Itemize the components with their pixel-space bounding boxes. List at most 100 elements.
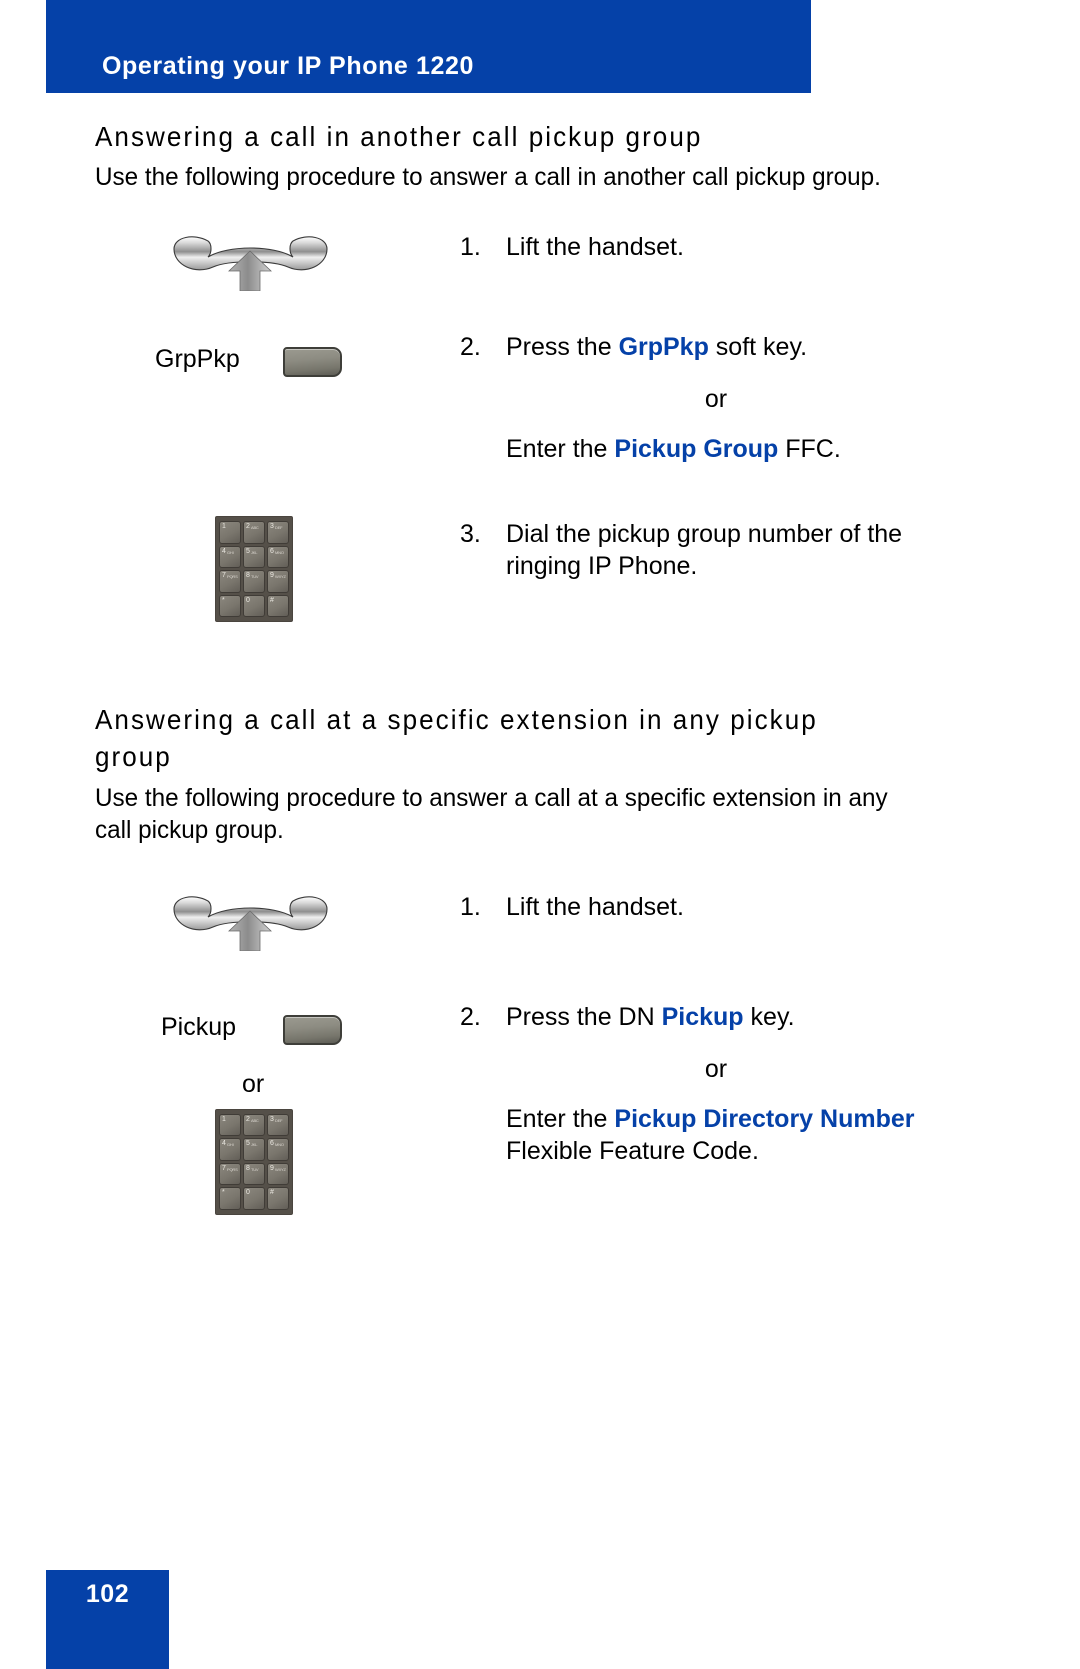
page-title: Operating your IP Phone 1220	[102, 52, 474, 80]
step-body: 2. Press the GrpPkp soft key. or Enter t…	[460, 331, 955, 465]
dialpad-icon: 1 2 ABC 3 DEF 4 GHI 5 JKL 6 MNO 7 PQRS 8 TUV 9W…	[215, 516, 293, 623]
alternative-instruction: Enter the Pickup Group FFC.	[506, 433, 955, 465]
dialpad-key: 8 TUV	[243, 570, 265, 593]
dialpad-key-digit: 3	[270, 1115, 274, 1123]
dialpad-key-digit: 1	[222, 523, 226, 531]
step-text: Press the GrpPkp soft key.	[506, 331, 955, 363]
dialpad-key-letters: MNO	[275, 549, 284, 555]
dialpad-key: #	[267, 594, 289, 618]
step-row: Pickup or 1 2 ABC 3 DEF 4 GHI 5 JKL 6 MNO 7 PQ…	[95, 1001, 955, 1231]
step-line: 2. Press the DN Pickup key.	[460, 1001, 955, 1033]
step-body: 2. Press the DN Pickup key. or Enter the…	[460, 1001, 955, 1167]
dialpad-key-digit: 1	[222, 1115, 226, 1123]
dialpad-key-digit: #	[270, 1189, 274, 1197]
dialpad-key: 3 DEF	[267, 1113, 289, 1137]
dialpad-icon: 1 2 ABC 3 DEF 4 GHI 5 JKL 6 MNO 7 PQRS 8 TUV 9W…	[215, 1108, 293, 1215]
dn-key-label: Pickup	[161, 1012, 237, 1041]
step-line: 2. Press the GrpPkp soft key.	[460, 331, 955, 363]
softkey-label: GrpPkp	[155, 345, 240, 374]
dialpad-key-digit: 6	[270, 547, 274, 555]
dialpad-key-digit: 2	[246, 1115, 250, 1123]
dialpad-key-letters: ABC	[251, 525, 259, 531]
alt-prefix: Enter the	[506, 435, 615, 464]
step-number: 1.	[460, 233, 481, 262]
step-body: 3. Dial the pickup group number of the r…	[460, 506, 955, 582]
dialpad-key: 0	[243, 1187, 265, 1210]
step-row: GrpPkp 2. Press the GrpPkp soft key. or …	[95, 331, 955, 506]
gutter-alternative-separator: or	[242, 1069, 265, 1098]
dialpad-key: 7 PQRS	[219, 570, 241, 593]
dialpad-key: 5 JKL	[243, 1138, 265, 1161]
dialpad-key-letters: WXYZ	[275, 1166, 286, 1172]
dialpad-key: *	[219, 1187, 241, 1210]
dialpad-key-letters: TUV	[251, 574, 259, 580]
page-header-bar: Operating your IP Phone 1220	[46, 0, 811, 93]
step-text: Lift the handset.	[506, 233, 684, 262]
step-text: Press the DN Pickup key.	[506, 1001, 955, 1033]
procedure-steps: 1. Lift the handset. Pickup or 1 2 ABC 3D…	[95, 891, 955, 1231]
dialpad-key-digit: 8	[246, 572, 250, 580]
dialpad-key: 4 GHI	[219, 545, 241, 569]
dialpad-key-letters: PQRS	[227, 574, 238, 580]
dialpad-key-digit: 0	[246, 1189, 250, 1197]
section-answering-specific-extension: Answering a call at a specific extension…	[95, 701, 955, 1230]
dialpad-key: #	[267, 1187, 289, 1210]
dialpad-key: 3 DEF	[267, 521, 289, 544]
alternative-instruction: Enter the Pickup Directory Number Flexib…	[506, 1103, 955, 1167]
dialpad-key-digit: 8	[246, 1164, 250, 1172]
dialpad-key-digit: *	[222, 596, 225, 604]
dialpad-key: 7 PQRS	[219, 1162, 241, 1186]
step-row: 1. Lift the handset.	[95, 891, 955, 1001]
dialpad-key-digit: #	[270, 596, 274, 604]
alternative-separator: or	[704, 1054, 728, 1083]
dialpad-key-letters: GHI	[227, 1142, 234, 1148]
dialpad-key-digit: 7	[222, 572, 226, 580]
dialpad-key-digit: 5	[246, 547, 250, 555]
dialpad-key-digit: 9	[270, 572, 274, 580]
step-row: 1. Lift the handset.	[95, 231, 955, 331]
dialpad-key: 9 WXYZ	[267, 570, 289, 593]
step-text-prefix: Press the	[506, 333, 619, 362]
section-heading: Answering a call at a specific extension…	[95, 704, 818, 773]
dialpad-key-digit: 2	[246, 523, 250, 531]
dialpad-key-letters: ABC	[251, 1117, 259, 1123]
ffc-name-highlight: Pickup Directory Number	[614, 1104, 915, 1133]
dialpad-key: 2 ABC	[243, 521, 265, 544]
step-number: 3.	[460, 520, 481, 549]
step-line: 1. Lift the handset.	[460, 231, 955, 263]
dialpad-key-letters: MNO	[275, 1142, 284, 1148]
dialpad-key-digit: 4	[222, 547, 226, 555]
handset-lift-icon	[168, 231, 333, 292]
step-text: Dial the pickup group number of the ring…	[506, 520, 903, 581]
dialpad-key-digit: 9	[270, 1164, 274, 1172]
section-answering-another-pickup-group: Answering a call in another call pickup …	[95, 118, 955, 641]
dialpad-key: 5 JKL	[243, 545, 265, 569]
dialpad-key-digit: 3	[270, 523, 274, 531]
dialpad-key-digit: 5	[246, 1140, 250, 1148]
step-text-suffix: soft key.	[708, 333, 808, 362]
ffc-name-highlight: Pickup Group	[614, 435, 779, 464]
dialpad-key-letters: GHI	[227, 549, 234, 555]
step-text-prefix: Press the DN	[506, 1002, 662, 1031]
dialpad-key-letters: WXYZ	[275, 574, 286, 580]
dialpad-key-letters: DEF	[275, 525, 283, 531]
step-line: 1. Lift the handset.	[460, 891, 955, 923]
alt-line2: Flexible Feature Code.	[506, 1136, 759, 1165]
step-row: 1 2 ABC 3 DEF 4 GHI 5 JKL 6 MNO 7 PQRS 8 TUV 9W…	[95, 506, 955, 641]
dialpad-key: 4 GHI	[219, 1138, 241, 1161]
dialpad-key-letters: DEF	[275, 1117, 283, 1123]
section-heading: Answering a call in another call pickup …	[95, 121, 703, 152]
dialpad-key: 1	[219, 1113, 241, 1137]
dialpad-key-letters: JKL	[251, 1142, 258, 1148]
dialpad-key: 2 ABC	[243, 1113, 265, 1137]
page-number: 102	[85, 1580, 130, 1608]
step-text: Lift the handset.	[506, 892, 684, 921]
dialpad-key-letters: TUV	[251, 1166, 259, 1172]
dialpad-key-digit: 6	[270, 1140, 274, 1148]
dialpad-key: 9 WXYZ	[267, 1162, 289, 1186]
step-text-suffix: key.	[743, 1002, 795, 1031]
step-body: 1. Lift the handset.	[460, 231, 955, 263]
softkey-button-icon[interactable]	[283, 347, 342, 378]
softkey-button-icon[interactable]	[283, 1014, 342, 1045]
section-intro: Use the following procedure to answer a …	[95, 783, 888, 844]
